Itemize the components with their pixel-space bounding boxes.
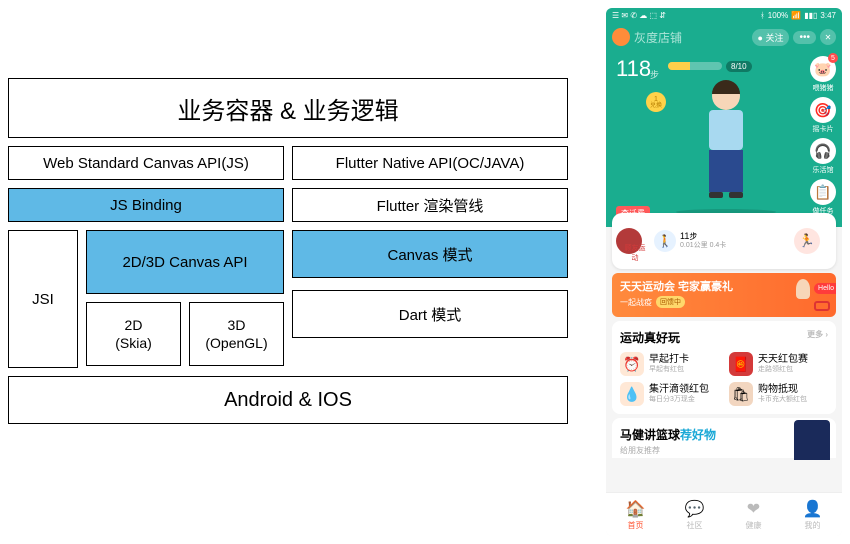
- goal-badge: 8/10: [726, 61, 752, 72]
- side-icon-3[interactable]: 📋: [810, 179, 836, 205]
- fun-item-title-3: 购物抵现: [758, 384, 807, 396]
- side-icon-label-1: 摇卡片: [810, 124, 836, 134]
- recommend-section[interactable]: 马健讲篮球荐好物 给朋友推荐: [612, 418, 836, 458]
- walk-stats: 11步 0.01公里 0.4卡: [680, 231, 726, 250]
- coin-bubble[interactable]: 1 兑换: [646, 92, 666, 112]
- clock: 3:47: [820, 11, 836, 20]
- banner-tag: Hello: [814, 283, 836, 294]
- status-bar: ☰ ✉ ✆ ☁ ⬚ ⇵ ᚼ 100% 📶 ▮▮▯ 3:47: [606, 8, 842, 22]
- fun-item-1[interactable]: 🧧 天天红包赛走路领红包: [729, 352, 828, 376]
- recommend-portrait: [794, 420, 830, 460]
- box-web-canvas-api: Web Standard Canvas API(JS): [8, 146, 284, 180]
- battery-icon: ▮▮▯: [804, 11, 817, 20]
- step-unit: 步: [650, 68, 659, 81]
- fun-item-title-2: 集汗滴领红包: [649, 384, 709, 396]
- avatar-label: 顾友运动: [622, 243, 648, 263]
- tab-icon-3: 👤: [803, 499, 823, 519]
- tab-label-2: 健康: [746, 520, 762, 531]
- fun-section: 运动真好玩 更多 › ⏰ 早起打卡早起有红包 🧧 天天红包赛走路领红包 💧 集汗滴领红包每…: [612, 321, 836, 414]
- banner-button[interactable]: 回馈中: [656, 296, 685, 308]
- walk-icon: 🚶: [654, 230, 676, 252]
- fun-more-link[interactable]: 更多 ›: [807, 329, 828, 340]
- box-canvas-mode: Canvas 模式: [292, 230, 568, 278]
- fun-item-sub-0: 早起有红包: [649, 366, 689, 374]
- side-icon-column: 🐷5喂猪猪🎯摇卡片🎧乐活馆📋做任务: [810, 56, 836, 216]
- side-icon-label-2: 乐活馆: [810, 165, 836, 175]
- fun-item-2[interactable]: 💧 集汗滴领红包每日分3万现金: [620, 382, 719, 406]
- tab-0[interactable]: 🏠首页: [606, 493, 665, 536]
- fun-item-icon-2: 💧: [620, 382, 644, 406]
- fun-item-sub-2: 每日分3万现金: [649, 396, 709, 404]
- signal-icon: 📶: [791, 11, 801, 20]
- box-3d-opengl: 3D (OpenGL): [189, 302, 284, 366]
- box-dart-mode: Dart 模式: [292, 290, 568, 338]
- tab-bar: 🏠首页💬社区❤健康👤我的: [606, 492, 842, 536]
- tab-3[interactable]: 👤我的: [783, 493, 842, 536]
- tab-icon-0: 🏠: [626, 499, 646, 519]
- box-flutter-pipeline: Flutter 渲染管线: [292, 188, 568, 222]
- box-2d-skia: 2D (Skia): [86, 302, 181, 366]
- run-icon[interactable]: 🏃: [794, 228, 820, 254]
- box-flutter-native-api: Flutter Native API(OC/JAVA): [292, 146, 568, 180]
- box-platform: Android & IOS: [8, 376, 568, 424]
- step-count: 118: [616, 56, 651, 82]
- bluetooth-icon: ᚼ: [760, 11, 765, 20]
- status-icons-left: ☰ ✉ ✆ ☁ ⬚ ⇵: [612, 11, 666, 20]
- recommend-title-a: 马健讲篮球: [620, 428, 680, 442]
- tab-1[interactable]: 💬社区: [665, 493, 724, 536]
- promo-banner[interactable]: 天天运动会 宅家赢豪礼 一起战疫 回馈中 Hello: [612, 273, 836, 317]
- side-icon-label-0: 喂猪猪: [810, 83, 836, 93]
- fun-item-0[interactable]: ⏰ 早起打卡早起有红包: [620, 352, 719, 376]
- character-illustration: [701, 82, 751, 222]
- tab-icon-2: ❤: [747, 499, 760, 519]
- fun-item-title-1: 天天红包赛: [758, 354, 808, 366]
- close-button[interactable]: ✕: [820, 29, 836, 45]
- banner-subtitle: 一起战疫: [620, 297, 652, 308]
- more-button[interactable]: •••: [793, 31, 816, 44]
- tab-label-0: 首页: [628, 520, 644, 531]
- fun-item-icon-3: 🛍: [729, 382, 753, 406]
- tab-label-3: 我的: [805, 520, 821, 531]
- fun-item-title-0: 早起打卡: [649, 354, 689, 366]
- fun-item-icon-0: ⏰: [620, 352, 644, 376]
- hero-area: 118 步 8/10 1 兑换 🐷5喂猪猪🎯摇卡片🎧乐活馆📋做任务 查话费: [606, 52, 842, 227]
- app-header: 灰度店铺 ● 关注 ••• ✕: [606, 22, 842, 52]
- box-js-binding: JS Binding: [8, 188, 284, 222]
- fun-section-title: 运动真好玩: [620, 331, 680, 345]
- battery-percent: 100%: [768, 11, 788, 20]
- architecture-diagram: 业务容器 & 业务逻辑 Web Standard Canvas API(JS) …: [8, 78, 568, 424]
- stats-card[interactable]: 顾友运动 🚶 11步 0.01公里 0.4卡 🏃: [612, 213, 836, 269]
- progress-bar: [668, 62, 722, 70]
- side-icon-2[interactable]: 🎧: [810, 138, 836, 164]
- box-jsi: JSI: [8, 230, 78, 368]
- recommend-title-b: 荐好物: [680, 428, 716, 442]
- box-business: 业务容器 & 业务逻辑: [8, 78, 568, 138]
- fun-item-sub-1: 走路领红包: [758, 366, 808, 374]
- fun-item-3[interactable]: 🛍 购物抵现卡币充大额红包: [729, 382, 828, 406]
- fun-item-sub-3: 卡币充大额红包: [758, 396, 807, 404]
- shop-avatar[interactable]: [612, 28, 630, 46]
- tab-icon-1: 💬: [685, 499, 705, 519]
- follow-button[interactable]: ● 关注: [752, 29, 790, 46]
- tab-label-1: 社区: [687, 520, 703, 531]
- shop-name[interactable]: 灰度店铺: [634, 29, 748, 46]
- box-2d3d-canvas-api: 2D/3D Canvas API: [86, 230, 284, 294]
- fun-item-icon-1: 🧧: [729, 352, 753, 376]
- tab-2[interactable]: ❤健康: [724, 493, 783, 536]
- phone-mockup: ☰ ✉ ✆ ☁ ⬚ ⇵ ᚼ 100% 📶 ▮▮▯ 3:47 灰度店铺 ● 关注 …: [606, 8, 842, 536]
- side-icon-0[interactable]: 🐷5: [810, 56, 836, 82]
- side-icon-1[interactable]: 🎯: [810, 97, 836, 123]
